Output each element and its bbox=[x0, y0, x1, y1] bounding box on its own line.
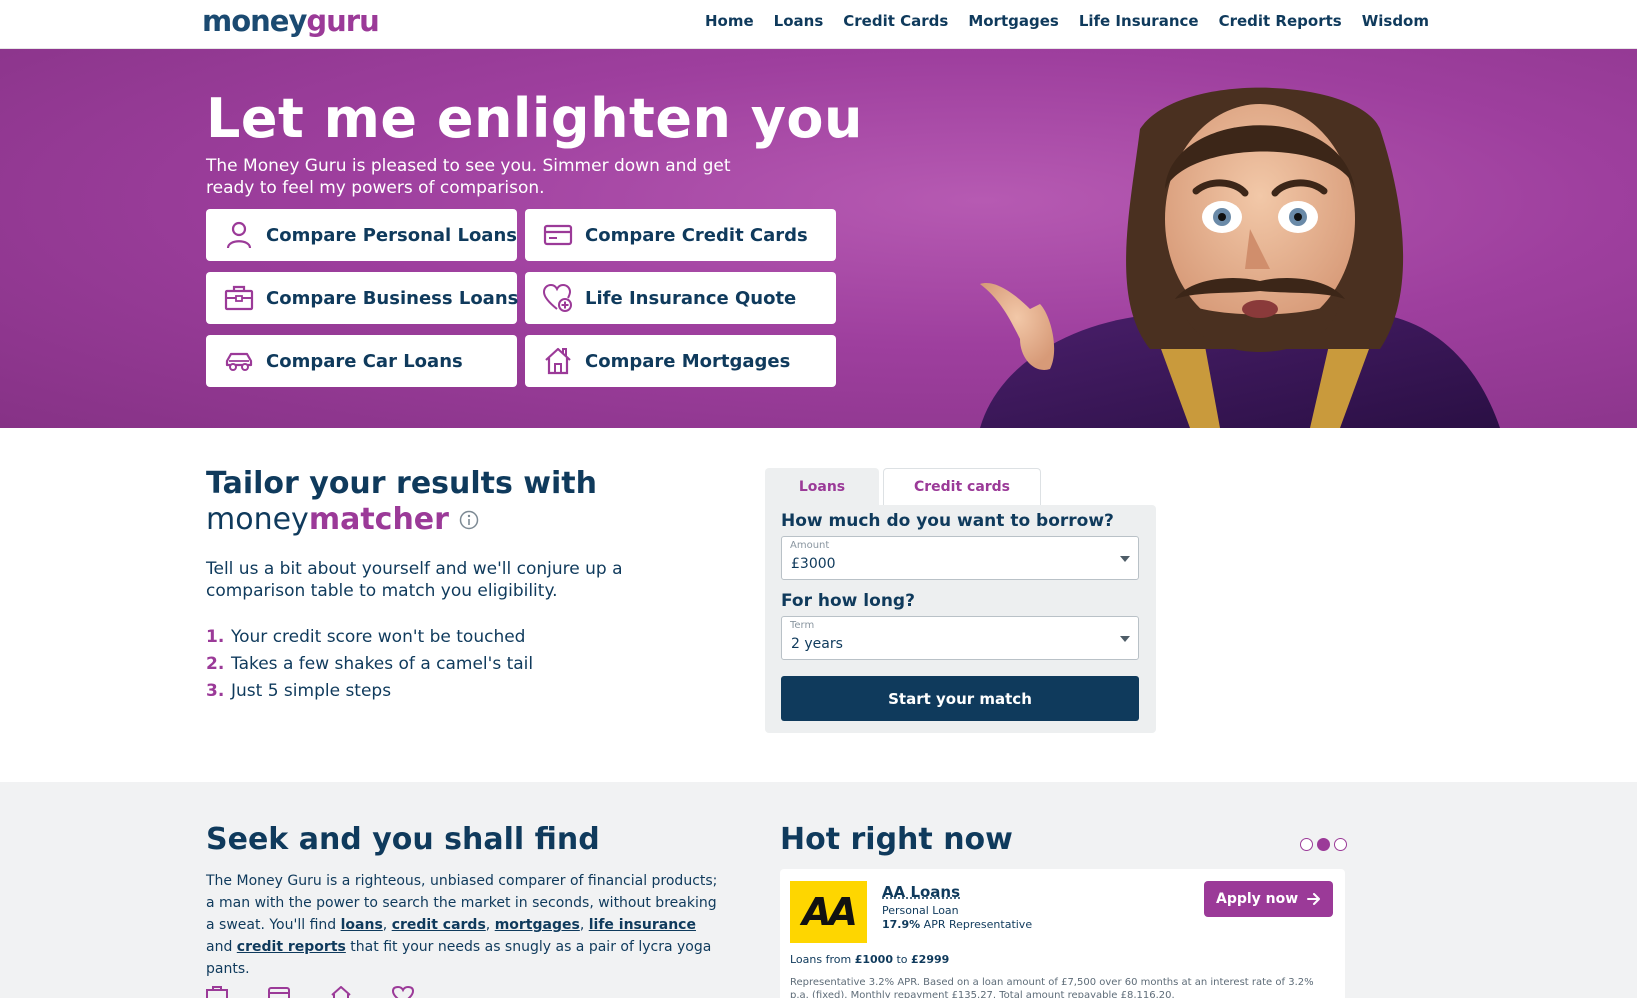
matcher-heading: Tailor your results with bbox=[206, 466, 597, 501]
compare-credit-cards-button[interactable]: Compare Credit Cards bbox=[525, 209, 836, 261]
money-guru-figure bbox=[980, 87, 1500, 428]
briefcase-icon[interactable] bbox=[206, 986, 228, 998]
start-match-button[interactable]: Start your match bbox=[781, 676, 1139, 721]
borrow-question: How much do you want to borrow? bbox=[781, 511, 1114, 531]
seek-heading: Seek and you shall find bbox=[206, 822, 600, 857]
list-item: 1. Your credit score won't be touched bbox=[206, 627, 526, 647]
matcher-steps: 1. Your credit score won't be touched 2. T… bbox=[206, 624, 533, 705]
product-type: Personal Loan bbox=[882, 904, 959, 917]
matcher-description: Tell us a bit about yourself and we'll c… bbox=[206, 559, 623, 601]
nav-home[interactable]: Home bbox=[705, 12, 754, 30]
link-credit-cards[interactable]: credit cards bbox=[392, 917, 486, 933]
nav-loans[interactable]: Loans bbox=[774, 12, 824, 30]
nav-life-insurance[interactable]: Life Insurance bbox=[1079, 12, 1199, 30]
link-life-insurance[interactable]: life insurance bbox=[589, 917, 696, 933]
matcher-form: How much do you want to borrow? Amount £… bbox=[765, 505, 1156, 733]
nav-credit-reports[interactable]: Credit Reports bbox=[1219, 12, 1342, 30]
product-apr: 17.9% APR Representative bbox=[882, 918, 1033, 931]
category-icon-row bbox=[206, 986, 414, 998]
carousel-dot[interactable] bbox=[1300, 838, 1313, 851]
house-icon bbox=[543, 346, 573, 376]
compare-mortgages-button[interactable]: Compare Mortgages bbox=[525, 335, 836, 387]
link-loans[interactable]: loans bbox=[341, 917, 383, 933]
hot-heading: Hot right now bbox=[780, 822, 1013, 857]
compare-personal-loans-button[interactable]: Compare Personal Loans bbox=[206, 209, 517, 261]
aa-logo: AA bbox=[790, 881, 867, 943]
hero-title: Let me enlighten you bbox=[206, 87, 863, 150]
hero-subtitle: The Money Guru is pleased to see you. Si… bbox=[206, 156, 731, 198]
person-icon bbox=[224, 220, 254, 250]
hero-banner: Let me enlighten you The Money Guru is p… bbox=[0, 49, 1637, 428]
carousel-dot-active[interactable] bbox=[1317, 838, 1330, 851]
list-item: 3. Just 5 simple steps bbox=[206, 681, 392, 701]
arrow-right-icon bbox=[1307, 893, 1320, 905]
apply-now-button[interactable]: Apply now bbox=[1204, 881, 1333, 917]
top-header: money guru Home Loans Credit Cards Mortga… bbox=[0, 0, 1637, 49]
seek-paragraph: The Money Guru is a righteous, unbiased … bbox=[206, 873, 718, 977]
info-icon[interactable] bbox=[459, 510, 479, 530]
compare-business-loans-button[interactable]: Compare Business Loans bbox=[206, 272, 518, 324]
heart-plus-icon bbox=[543, 283, 573, 313]
credit-card-icon bbox=[543, 220, 573, 250]
house-icon[interactable] bbox=[330, 986, 352, 998]
matcher-tabs: Loans Credit cards bbox=[765, 468, 1041, 505]
carousel-dots bbox=[1300, 838, 1347, 851]
car-icon bbox=[224, 346, 254, 376]
nav-credit-cards[interactable]: Credit Cards bbox=[843, 12, 948, 30]
loan-range: Loans from £1000 to £2999 bbox=[790, 953, 950, 966]
compare-car-loans-button[interactable]: Compare Car Loans bbox=[206, 335, 517, 387]
tab-loans[interactable]: Loans bbox=[765, 468, 879, 505]
briefcase-icon bbox=[224, 283, 254, 313]
product-name[interactable]: AA Loans bbox=[882, 883, 960, 901]
heart-icon[interactable] bbox=[392, 986, 414, 998]
moneymatcher-brand: money matcher bbox=[206, 502, 479, 538]
term-select[interactable]: Term 2 years bbox=[781, 616, 1139, 660]
term-question: For how long? bbox=[781, 591, 915, 611]
credit-card-icon[interactable] bbox=[268, 986, 290, 998]
representative-example: Representative 3.2% APR. Based on a loan… bbox=[790, 977, 1314, 998]
link-credit-reports[interactable]: credit reports bbox=[237, 939, 346, 955]
chevron-down-icon bbox=[1120, 636, 1130, 642]
main-nav: Home Loans Credit Cards Mortgages Life I… bbox=[705, 12, 1429, 30]
product-card: AA AA Loans Personal Loan 17.9% APR Repr… bbox=[780, 869, 1345, 998]
amount-select[interactable]: Amount £3000 bbox=[781, 536, 1139, 580]
nav-wisdom[interactable]: Wisdom bbox=[1362, 12, 1429, 30]
life-insurance-quote-button[interactable]: Life Insurance Quote bbox=[525, 272, 836, 324]
nav-mortgages[interactable]: Mortgages bbox=[968, 12, 1059, 30]
chevron-down-icon bbox=[1120, 556, 1130, 562]
list-item: 2. Takes a few shakes of a camel's tail bbox=[206, 654, 534, 674]
carousel-dot[interactable] bbox=[1334, 838, 1347, 851]
tab-credit-cards[interactable]: Credit cards bbox=[883, 468, 1041, 505]
link-mortgages[interactable]: mortgages bbox=[495, 917, 580, 933]
moneyguru-logo[interactable]: money guru bbox=[202, 4, 380, 44]
